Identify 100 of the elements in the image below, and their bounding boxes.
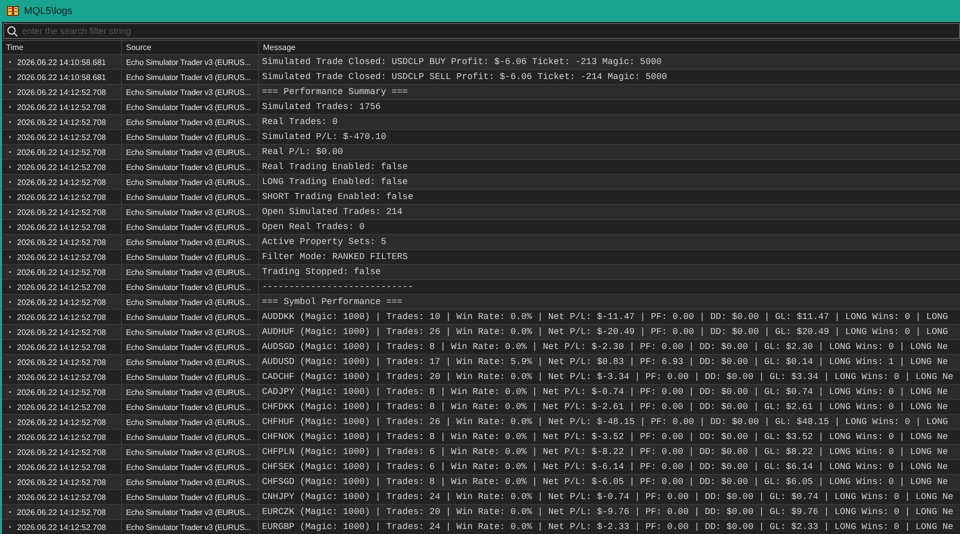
source-cell: Echo Simulator Trader v3 (EURUS...	[126, 102, 251, 112]
source-cell: Echo Simulator Trader v3 (EURUS...	[126, 342, 251, 352]
time-cell: 2026.06.22 14:12:52.708	[17, 88, 106, 96]
source-cell: Echo Simulator Trader v3 (EURUS...	[126, 72, 251, 82]
time-cell: 2026.06.22 14:12:52.708	[17, 178, 106, 186]
source-cell: Echo Simulator Trader v3 (EURUS...	[126, 268, 251, 276]
source-cell: Echo Simulator Trader v3 (EURUS...	[126, 192, 251, 202]
source-cell: Echo Simulator Trader v3 (EURUS...	[126, 492, 251, 502]
time-cell: 2026.06.22 14:12:52.708	[17, 358, 106, 366]
message-cell: CHFNOK (Magic: 1000) | Trades: 8 | Win Rate: 0.0% | Net P/L: $-3.52 | PF: 0.00 | DD: $0.00 | GL: $3.52 | LONG Wins: 0 | LONG Ne	[262, 432, 948, 442]
time-cell: 2026.06.22 14:10:58.681	[17, 72, 106, 82]
message-cell: ----------------------------	[262, 282, 414, 292]
source-cell: Echo Simulator Trader v3 (EURUS...	[126, 208, 251, 216]
message-cell: Open Real Trades: 0	[262, 222, 365, 232]
time-cell: 2026.06.22 14:12:52.708	[17, 522, 106, 532]
source-cell: Echo Simulator Trader v3 (EURUS...	[126, 162, 251, 172]
message-cell: CHFDKK (Magic: 1000) | Trades: 8 | Win Rate: 0.0% | Net P/L: $-2.61 | PF: 0.00 | DD: $0.00 | GL: $2.61 | LONG Wins: 0 | LONG Ne	[262, 402, 948, 412]
message-cell: CADJPY (Magic: 1000) | Trades: 8 | Win Rate: 0.0% | Net P/L: $-0.74 | PF: 0.00 | DD: $0.00 | GL: $0.74 | LONG Wins: 0 | LONG Ne	[262, 387, 948, 397]
message-cell: Real P/L: $0.00	[262, 147, 344, 157]
message-cell: CNHJPY (Magic: 1000) | Trades: 24 | Win Rate: 0.0% | Net P/L: $-0.74 | PF: 0.00 | DD: $0.00 | GL: $0.74 | LONG Wins: 0 | LONG Ne	[262, 492, 954, 502]
time-cell: 2026.06.22 14:12:52.708	[17, 492, 106, 502]
source-cell: Echo Simulator Trader v3 (EURUS...	[126, 522, 251, 532]
message-cell: LONG Trading Enabled: false	[262, 177, 408, 187]
source-cell: Echo Simulator Trader v3 (EURUS...	[126, 58, 251, 66]
source-cell: Echo Simulator Trader v3 (EURUS...	[126, 252, 251, 262]
message-cell: Real Trades: 0	[262, 117, 338, 127]
source-cell: Echo Simulator Trader v3 (EURUS...	[126, 88, 251, 96]
column-header[interactable]: Source	[122, 41, 259, 54]
time-cell: 2026.06.22 14:12:52.708	[17, 432, 106, 442]
time-cell: 2026.06.22 14:12:52.708	[17, 252, 106, 262]
source-cell: Echo Simulator Trader v3 (EURUS...	[126, 448, 251, 456]
message-cell: === Symbol Performance ===	[262, 297, 402, 307]
time-cell: 2026.06.22 14:12:52.708	[17, 402, 106, 412]
time-cell: 2026.06.22 14:10:58.681	[17, 58, 106, 66]
window-title: MQL5\logs	[24, 6, 72, 16]
time-cell: 2026.06.22 14:12:52.708	[17, 388, 106, 396]
message-cell: EURCZK (Magic: 1000) | Trades: 20 | Win Rate: 0.0% | Net P/L: $-9.76 | PF: 0.00 | DD: $0.00 | GL: $9.76 | LONG Wins: 0 | LONG Ne	[262, 507, 954, 517]
time-cell: 2026.06.22 14:12:52.708	[17, 462, 106, 472]
time-cell: 2026.06.22 14:12:52.708	[17, 148, 106, 156]
source-cell: Echo Simulator Trader v3 (EURUS...	[126, 358, 251, 366]
message-cell: Simulated Trade Closed: USDCLP BUY Profit: $-6.06 Ticket: -213 Magic: 5000	[262, 57, 662, 67]
message-cell: AUDHUF (Magic: 1000) | Trades: 26 | Win Rate: 0.0% | Net P/L: $-20.49 | PF: 0.00 | DD: $0.00 | GL: $20.49 | LONG Wins: 0 | LONG	[262, 327, 948, 337]
source-cell: Echo Simulator Trader v3 (EURUS...	[126, 328, 251, 336]
message-cell: Open Simulated Trades: 214	[262, 207, 402, 217]
message-cell: SHORT Trading Enabled: false	[262, 192, 414, 202]
time-cell: 2026.06.22 14:12:52.708	[17, 328, 106, 336]
message-cell: CHFSEK (Magic: 1000) | Trades: 6 | Win Rate: 0.0% | Net P/L: $-6.14 | PF: 0.00 | DD: $0.00 | GL: $6.14 | LONG Wins: 0 | LONG Ne	[262, 462, 948, 472]
time-cell: 2026.06.22 14:12:52.708	[17, 102, 106, 112]
time-cell: 2026.06.22 14:12:52.708	[17, 192, 106, 202]
time-cell: 2026.06.22 14:12:52.708	[17, 418, 106, 426]
message-cell: AUDDKK (Magic: 1000) | Trades: 10 | Win Rate: 0.0% | Net P/L: $-11.47 | PF: 0.00 | DD: $0.00 | GL: $11.47 | LONG Wins: 0 | LONG	[262, 312, 948, 322]
time-cell: 2026.06.22 14:12:52.708	[17, 478, 106, 486]
source-cell: Echo Simulator Trader v3 (EURUS...	[126, 132, 251, 142]
source-cell: Echo Simulator Trader v3 (EURUS...	[126, 372, 251, 382]
source-cell: Echo Simulator Trader v3 (EURUS...	[126, 238, 251, 246]
message-cell: Simulated P/L: $-470.10	[262, 132, 386, 142]
time-cell: 2026.06.22 14:12:52.708	[17, 222, 106, 232]
time-cell: 2026.06.22 14:12:52.708	[17, 132, 106, 142]
column-header[interactable]: Message	[259, 41, 960, 54]
source-cell: Echo Simulator Trader v3 (EURUS...	[126, 298, 251, 306]
message-cell: Trading Stopped: false	[262, 267, 381, 277]
time-cell: 2026.06.22 14:12:52.708	[17, 162, 106, 172]
source-cell: Echo Simulator Trader v3 (EURUS...	[126, 478, 251, 486]
source-cell: Echo Simulator Trader v3 (EURUS...	[126, 282, 251, 292]
message-cell: Filter Mode: RANKED FILTERS	[262, 252, 408, 262]
source-cell: Echo Simulator Trader v3 (EURUS...	[126, 388, 251, 396]
source-cell: Echo Simulator Trader v3 (EURUS...	[126, 402, 251, 412]
time-cell: 2026.06.22 14:12:52.708	[17, 372, 106, 382]
message-cell: CHFHUF (Magic: 1000) | Trades: 26 | Win Rate: 0.0% | Net P/L: $-48.15 | PF: 0.00 | DD: $0.00 | GL: $48.15 | LONG Wins: 0 | LONG	[262, 417, 948, 427]
source-cell: Echo Simulator Trader v3 (EURUS...	[126, 418, 251, 426]
source-cell: Echo Simulator Trader v3 (EURUS...	[126, 222, 251, 232]
message-cell: AUDSGD (Magic: 1000) | Trades: 8 | Win Rate: 0.0% | Net P/L: $-2.30 | PF: 0.00 | DD: $0.00 | GL: $2.30 | LONG Wins: 0 | LONG Ne	[262, 342, 948, 352]
source-cell: Echo Simulator Trader v3 (EURUS...	[126, 312, 251, 322]
time-cell: 2026.06.22 14:12:52.708	[17, 312, 106, 322]
time-cell: 2026.06.22 14:12:52.708	[17, 282, 106, 292]
time-cell: 2026.06.22 14:12:52.708	[17, 508, 106, 516]
message-cell: Active Property Sets: 5	[262, 237, 386, 247]
message-cell: Simulated Trades: 1756	[262, 102, 381, 112]
time-cell: 2026.06.22 14:12:52.708	[17, 268, 106, 276]
message-cell: === Performance Summary ===	[262, 87, 408, 97]
column-header[interactable]: Time	[2, 41, 122, 54]
time-cell: 2026.06.22 14:12:52.708	[17, 298, 106, 306]
source-cell: Echo Simulator Trader v3 (EURUS...	[126, 462, 251, 472]
source-cell: Echo Simulator Trader v3 (EURUS...	[126, 432, 251, 442]
source-cell: Echo Simulator Trader v3 (EURUS...	[126, 508, 251, 516]
source-cell: Echo Simulator Trader v3 (EURUS...	[126, 178, 251, 186]
time-cell: 2026.06.22 14:12:52.708	[17, 208, 106, 216]
message-cell: Real Trading Enabled: false	[262, 162, 408, 172]
source-cell: Echo Simulator Trader v3 (EURUS...	[126, 148, 251, 156]
time-cell: 2026.06.22 14:12:52.708	[17, 448, 106, 456]
message-cell: EURGBP (Magic: 1000) | Trades: 24 | Win Rate: 0.0% | Net P/L: $-2.33 | PF: 0.00 | DD: $0.00 | GL: $2.33 | LONG Wins: 0 | LONG Ne	[262, 522, 954, 532]
book-icon	[7, 6, 19, 16]
message-cell: CHFPLN (Magic: 1000) | Trades: 6 | Win Rate: 0.0% | Net P/L: $-8.22 | PF: 0.00 | DD: $0.00 | GL: $8.22 | LONG Wins: 0 | LONG Ne	[262, 447, 948, 457]
time-cell: 2026.06.22 14:12:52.708	[17, 342, 106, 352]
time-cell: 2026.06.22 14:12:52.708	[17, 238, 106, 246]
message-cell: CHFSGD (Magic: 1000) | Trades: 8 | Win Rate: 0.0% | Net P/L: $-6.05 | PF: 0.00 | DD: $0.00 | GL: $6.05 | LONG Wins: 0 | LONG Ne	[262, 477, 948, 487]
message-cell: AUDUSD (Magic: 1000) | Trades: 17 | Win Rate: 5.9% | Net P/L: $0.83 | PF: 6.93 | DD: $0.00 | GL: $0.14 | LONG Wins: 1 | LONG Ne	[262, 357, 948, 367]
source-cell: Echo Simulator Trader v3 (EURUS...	[126, 118, 251, 126]
message-cell: Simulated Trade Closed: USDCLP SELL Profit: $-6.06 Ticket: -214 Magic: 5000	[262, 72, 668, 82]
time-cell: 2026.06.22 14:12:52.708	[17, 118, 106, 126]
